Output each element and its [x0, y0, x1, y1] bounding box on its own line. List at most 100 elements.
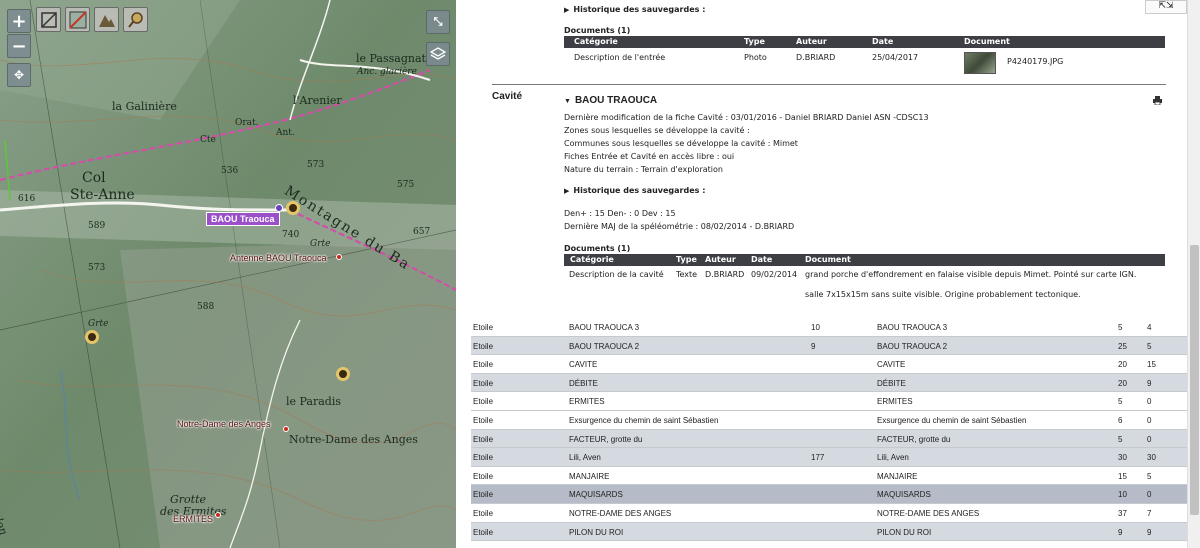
table-row[interactable]: Etoile BAOU TRAOUCA 2 9 BAOU TRAOUCA 2 2…	[471, 336, 1187, 356]
cell-cave-name: ERMITES	[877, 397, 913, 407]
doc-author: D.BRIARD	[796, 53, 836, 62]
history-toggle[interactable]: ▶ Historique des sauvegardes :	[564, 186, 705, 195]
cave-name-toggle[interactable]: ▼ BAOU TRAOUCA	[564, 95, 657, 106]
cell-depth: 5	[1147, 341, 1152, 351]
mountain-icon	[98, 14, 115, 27]
table-row[interactable]: Etoile FACTEUR, grotte du FACTEUR, grott…	[471, 429, 1187, 449]
table-row[interactable]: Etoile Exsurgence du chemin de saint Séb…	[471, 411, 1187, 430]
map-view[interactable]: + − ✥ ⤡ le Passagnat Anc. glacière la Ga…	[0, 0, 456, 548]
doc-type: Photo	[744, 53, 767, 62]
place-label: Ste-Anne	[70, 187, 135, 203]
cell-dev: 10	[1118, 490, 1127, 500]
selected-cave-label[interactable]: BAOU Traouca	[206, 212, 280, 226]
cell-depth: 0	[1147, 397, 1152, 407]
elevation-label: 575	[397, 180, 415, 190]
table-row[interactable]: Etoile CAVITE CAVITE 20 15	[471, 355, 1187, 374]
cell-entry-name: BAOU TRAOUCA 2	[569, 341, 640, 351]
table-row[interactable]: Etoile ERMITES ERMITES 5 0	[471, 392, 1187, 411]
fullscreen-button[interactable]: ⤡	[426, 10, 450, 34]
elevation-label: 589	[88, 221, 106, 231]
poi-label[interactable]: Notre-Dame des Anges	[177, 419, 271, 429]
col-header: Date	[872, 37, 894, 46]
cell-dev: 5	[1118, 434, 1123, 444]
cell-commune: Etoile	[473, 415, 494, 425]
table-row[interactable]: Etoile BAOU TRAOUCA 3 10 BAOU TRAOUCA 3 …	[471, 318, 1187, 337]
col-header: Date	[751, 255, 773, 264]
pan-move-button[interactable]: ✥	[7, 63, 31, 87]
doc-category: Description de la cavité	[569, 270, 664, 279]
divider	[492, 84, 1166, 85]
zoom-in-button[interactable]: +	[7, 9, 31, 33]
table-row[interactable]: Etoile Lili, Aven 177 Lili, Aven 30 30	[471, 448, 1187, 467]
table-row[interactable]: Etoile MANJAIRE MANJAIRE 15 5	[471, 467, 1187, 486]
poi-dot-icon[interactable]	[336, 254, 342, 260]
cell-dev: 20	[1118, 360, 1127, 370]
photo-thumbnail[interactable]	[964, 52, 996, 74]
history-toggle[interactable]: ▶ Historique des sauvegardes :	[564, 5, 705, 14]
poi-dot-icon[interactable]	[283, 426, 289, 432]
cell-dev: 5	[1118, 397, 1123, 407]
cell-commune: Etoile	[473, 453, 494, 463]
elevation-label: 573	[88, 263, 106, 273]
info-line: Nature du terrain : Terrain d'exploratio…	[564, 165, 723, 174]
elevation-label: 536	[221, 166, 239, 176]
info-line: Communes sous lesquelles se développe la…	[564, 139, 798, 148]
selected-point-icon[interactable]	[275, 204, 283, 212]
cell-cave-name: MAQUISARDS	[877, 490, 931, 500]
history-label: Historique des sauvegardes :	[573, 5, 706, 14]
cell-entry-name: BAOU TRAOUCA 3	[569, 323, 640, 332]
cell-depth: 5	[1147, 471, 1152, 481]
cell-dev: 37	[1118, 508, 1127, 518]
relief-tool-button[interactable]	[94, 7, 119, 32]
cell-depth: 0	[1147, 415, 1152, 425]
scrollbar-thumb[interactable]	[1190, 245, 1199, 515]
table-row[interactable]: Etoile PILON DU ROI PILON DU ROI 9 9	[471, 522, 1187, 542]
move-cross-icon: ✥	[13, 68, 25, 82]
vertical-scrollbar[interactable]	[1187, 0, 1200, 548]
doc-file-link[interactable]: P4240179.JPG	[1007, 57, 1063, 66]
documents-table-header: Catégorie Type Auteur Date Document	[564, 36, 1165, 48]
cave-list-table: Etoile BAOU TRAOUCA 3 10 BAOU TRAOUCA 3 …	[471, 318, 1187, 542]
cell-entry-name: NOTRE-DAME DES ANGES	[569, 508, 672, 518]
place-label: la Galinière	[112, 100, 177, 113]
table-row[interactable]: Etoile NOTRE-DAME DES ANGES NOTRE-DAME D…	[471, 504, 1187, 523]
cell-entry-name: FACTEUR, grotte du	[569, 434, 643, 444]
measure-area-button[interactable]	[36, 7, 61, 32]
cell-number: 9	[811, 341, 816, 351]
info-line: Zones sous lesquelles se développe la ca…	[564, 126, 750, 135]
table-row[interactable]: Etoile MAQUISARDS MAQUISARDS 10 0	[471, 485, 1187, 504]
cell-cave-name: CAVITE	[877, 360, 906, 370]
cave-marker[interactable]	[286, 201, 300, 215]
layer-tool-button[interactable]	[65, 7, 90, 32]
cave-marker[interactable]	[85, 330, 99, 344]
window-resize-control[interactable]: ⇱⇲	[1145, 0, 1187, 14]
col-header: Catégorie	[574, 37, 618, 46]
cell-cave-name: MANJAIRE	[877, 471, 918, 481]
poi-dot-icon[interactable]	[215, 512, 221, 518]
cell-cave-name: BAOU TRAOUCA 2	[877, 341, 948, 351]
cell-entry-name: CAVITE	[569, 360, 598, 370]
col-header: Catégorie	[570, 255, 614, 264]
layers-button[interactable]	[426, 42, 450, 66]
elevation-label: 573	[307, 160, 325, 170]
cell-commune: Etoile	[473, 508, 494, 518]
cell-depth: 0	[1147, 434, 1152, 444]
detail-panel[interactable]: ▶ Historique des sauvegardes : Documents …	[456, 0, 1187, 548]
cell-depth: 9	[1147, 378, 1152, 388]
poi-label[interactable]: ERMITES	[173, 514, 213, 524]
poi-label[interactable]: Antenne BAOU Traouca	[230, 253, 327, 263]
triangle-down-icon: ▼	[564, 98, 571, 105]
cell-entry-name: Exsurgence du chemin de saint Sébastien	[569, 415, 719, 425]
cell-entry-name: MAQUISARDS	[569, 490, 623, 500]
cave-name: BAOU TRAOUCA	[574, 95, 658, 106]
table-row[interactable]: Etoile DÉBITE DÉBITE 20 9	[471, 373, 1187, 393]
cell-commune: Etoile	[473, 378, 494, 388]
cell-depth: 0	[1147, 490, 1152, 500]
zoom-out-button[interactable]: −	[7, 34, 31, 58]
cave-marker[interactable]	[336, 367, 350, 381]
print-icon[interactable]	[1153, 96, 1162, 108]
doc-type: Texte	[676, 270, 698, 279]
cell-commune: Etoile	[473, 397, 494, 407]
resize-arrows-icon: ⇱⇲	[1158, 1, 1174, 11]
search-place-button[interactable]	[123, 7, 148, 32]
